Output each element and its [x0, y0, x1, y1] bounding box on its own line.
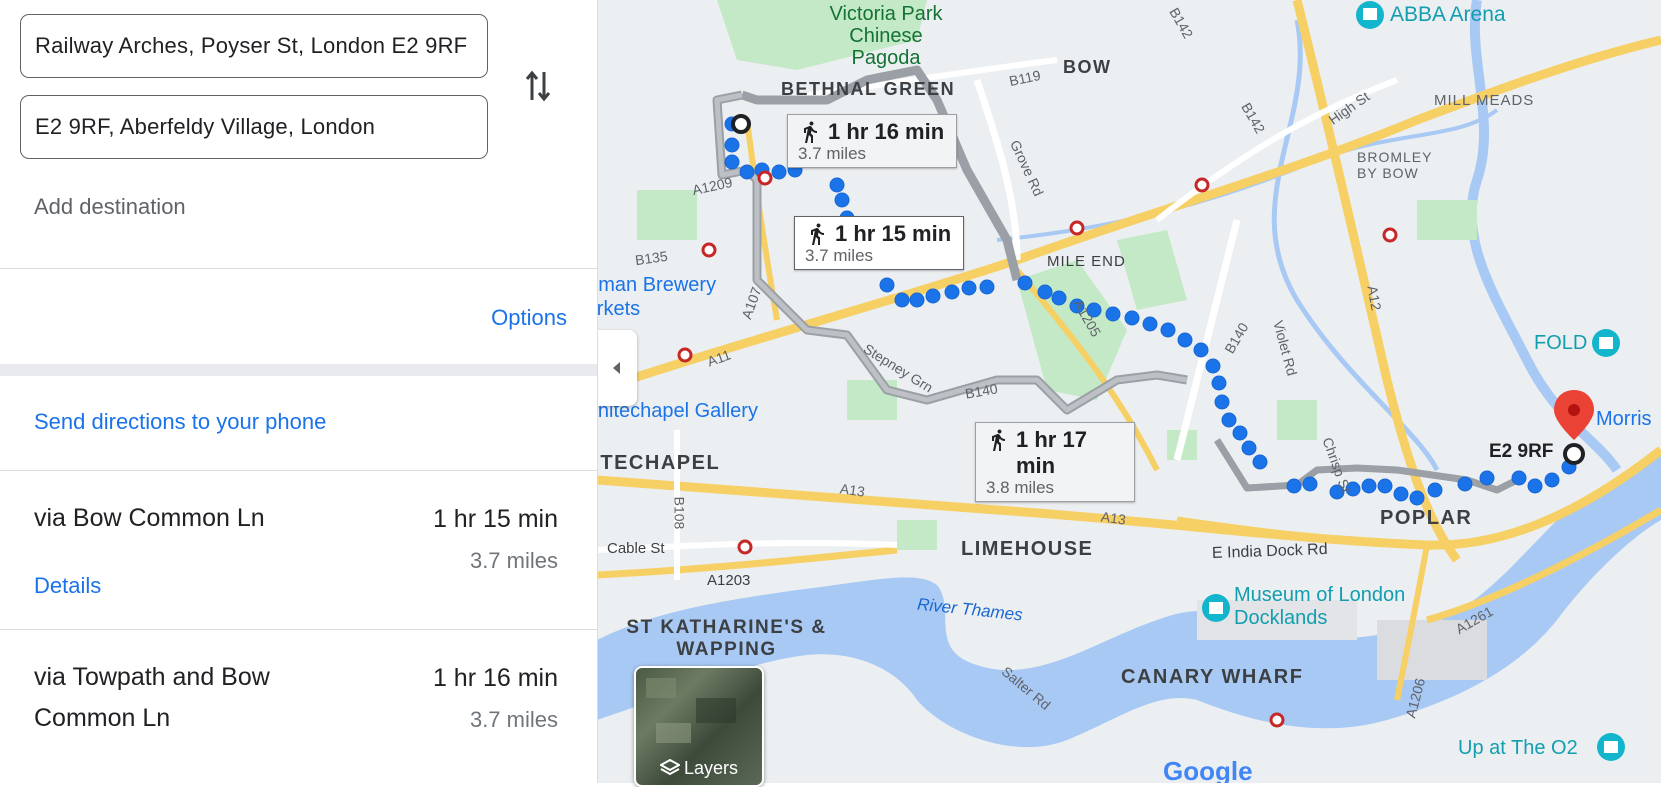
layers-icon: [658, 758, 682, 776]
origin-input[interactable]: [21, 15, 475, 77]
road-label: A1203: [707, 572, 751, 589]
road-label: A13: [1100, 508, 1127, 528]
callout-time: 1 hr 16 min: [828, 119, 945, 144]
label-up-at-the-o2: Up at The O2: [1458, 737, 1578, 759]
road-label: A13: [839, 480, 866, 500]
swap-vertical-icon: [525, 70, 551, 102]
origin-field[interactable]: [20, 14, 488, 78]
road-label: Cable St: [607, 540, 665, 557]
callout-distance: 3.7 miles: [805, 246, 874, 265]
label-mill-meads: MILL MEADS: [1434, 92, 1535, 109]
o2-poi-icon: [1597, 733, 1625, 761]
section-divider: [0, 364, 597, 376]
origin-marker: [731, 114, 751, 134]
label-limehouse: LIMEHOUSE: [961, 538, 1094, 560]
route-distance: 3.7 miles: [469, 707, 558, 732]
satellite-thumbnail: [646, 678, 736, 743]
walking-icon: [992, 429, 1005, 451]
label-whitechapel: WHITECHAPEL: [597, 452, 721, 474]
callout-distance: 3.7 miles: [798, 144, 867, 163]
add-destination[interactable]: Add destination: [34, 194, 186, 220]
destination-pin: [1554, 390, 1594, 465]
destination-input[interactable]: [21, 96, 475, 158]
collapse-panel-button[interactable]: [597, 330, 637, 406]
road-label: B108: [671, 496, 688, 530]
label-victoria-park: Victoria Park Chinese Pagoda: [829, 3, 943, 69]
route-name: via Towpath and Bow Common Ln: [34, 663, 270, 732]
google-logo: Google: [1163, 756, 1253, 783]
callout-time: 1 hr 15 min: [835, 221, 952, 246]
label-bethnal-green: BETHNAL GREEN: [781, 79, 956, 99]
chevron-left-icon: [613, 362, 620, 374]
label-abba-arena: ABBA Arena: [1390, 3, 1506, 26]
route-name: via Bow Common Ln: [34, 504, 265, 532]
label-canary-wharf: CANARY WHARF: [1121, 666, 1304, 688]
route-callout[interactable]: 1 hr 17 min 3.8 miles: [975, 422, 1135, 502]
route-distance: 3.7 miles: [469, 548, 558, 573]
label-morris: Morris: [1596, 408, 1652, 430]
fold-poi-icon: [1592, 329, 1620, 357]
label-bow: BOW: [1063, 57, 1112, 77]
museum-poi-icon: [1202, 594, 1230, 622]
route-callout-selected[interactable]: 1 hr 15 min 3.7 miles: [794, 216, 964, 270]
route-callout[interactable]: 1 hr 16 min 3.7 miles: [787, 114, 957, 168]
route-option[interactable]: via Towpath and Bow Common Ln 1 hr 16 mi…: [0, 630, 597, 783]
callout-time: 1 hr 17 min: [1016, 427, 1087, 478]
divider: [0, 268, 597, 269]
label-destination: E2 9RF: [1489, 441, 1554, 462]
road-grove: [973, 78, 1021, 261]
label-fold: FOLD: [1534, 332, 1588, 354]
label-mile-end: MILE END: [1047, 253, 1126, 270]
directions-panel: Add destination Options Send directions …: [0, 0, 598, 783]
label-bromley-by-bow: BROMLEY BY BOW: [1357, 149, 1433, 181]
layers-label: Layers: [636, 758, 762, 779]
options-button[interactable]: Options: [491, 305, 567, 331]
callout-distance: 3.8 miles: [986, 478, 1055, 497]
park-mile-end-2: [1117, 230, 1187, 310]
label-poplar: POPLAR: [1380, 507, 1473, 529]
label-museum-docklands: Museum of London Docklands: [1234, 584, 1406, 629]
swap-button[interactable]: [520, 64, 556, 108]
label-truman-markets: Truman Brewery Markets: [597, 274, 717, 320]
walking-icon: [811, 223, 824, 245]
send-directions-link[interactable]: Send directions to your phone: [34, 409, 326, 435]
walking-icon: [804, 121, 817, 143]
destination-field[interactable]: [20, 95, 488, 159]
route-option[interactable]: via Bow Common Ln 1 hr 15 min 3.7 miles …: [0, 471, 597, 629]
layers-button[interactable]: Layers: [634, 666, 764, 787]
route-time: 1 hr 15 min: [432, 505, 558, 533]
details-link[interactable]: Details: [34, 573, 101, 599]
route-time: 1 hr 16 min: [432, 664, 558, 692]
layers-text: Layers: [683, 758, 739, 778]
label-st-katharines: ST KATHARINE'S & WAPPING: [626, 617, 827, 660]
abba-poi-icon: [1356, 1, 1384, 29]
